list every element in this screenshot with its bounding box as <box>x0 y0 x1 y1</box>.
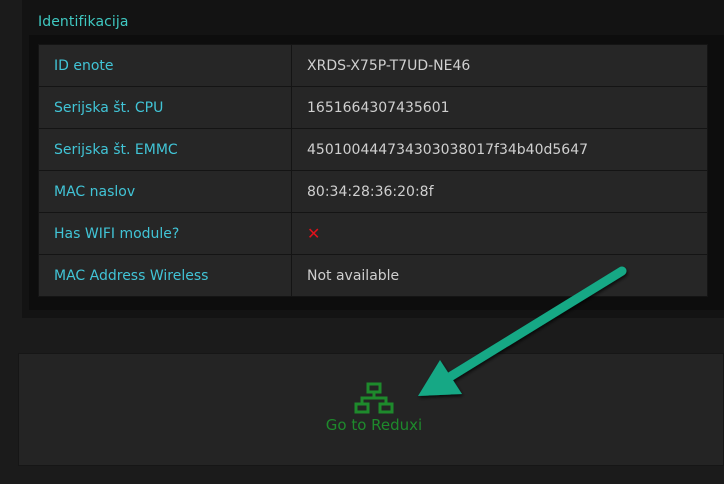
identification-table: ID enote XRDS-X75P-T7UD-NE46 Serijska št… <box>38 44 708 297</box>
row-label-id-enote: ID enote <box>38 44 292 87</box>
table-row: Has WIFI module? ✕ <box>38 212 708 255</box>
table-row: MAC naslov 80:34:28:36:20:8f <box>38 170 708 213</box>
identification-panel: Identifikacija ID enote XRDS-X75P-T7UD-N… <box>22 0 724 318</box>
row-value-mac: 80:34:28:36:20:8f <box>291 170 708 213</box>
section-title: Identifikacija <box>38 14 129 30</box>
row-value-wifi-module: ✕ <box>291 212 708 255</box>
row-value-cpu-serial: 1651664307435601 <box>291 86 708 129</box>
table-row: Serijska št. CPU 1651664307435601 <box>38 86 708 129</box>
row-label-mac: MAC naslov <box>38 170 292 213</box>
go-to-reduxi-link[interactable]: Go to Reduxi <box>319 382 429 442</box>
go-to-reduxi-label: Go to Reduxi <box>325 416 423 434</box>
row-label-mac-wireless: MAC Address Wireless <box>38 254 292 297</box>
row-value-emmc-serial: 450100444734303038017f34b40d5647 <box>291 128 708 171</box>
reduxi-panel: Go to Reduxi <box>18 353 724 466</box>
row-value-mac-wireless: Not available <box>291 254 708 297</box>
row-label-wifi-module: Has WIFI module? <box>38 212 292 255</box>
network-icon <box>354 382 394 414</box>
table-row: ID enote XRDS-X75P-T7UD-NE46 <box>38 44 708 87</box>
row-value-id-enote: XRDS-X75P-T7UD-NE46 <box>291 44 708 87</box>
table-row: Serijska št. EMMC 450100444734303038017f… <box>38 128 708 171</box>
table-row: MAC Address Wireless Not available <box>38 254 708 297</box>
row-label-cpu-serial: Serijska št. CPU <box>38 86 292 129</box>
cross-icon: ✕ <box>307 224 321 243</box>
identification-table-wrapper: ID enote XRDS-X75P-T7UD-NE46 Serijska št… <box>29 35 724 310</box>
row-label-emmc-serial: Serijska št. EMMC <box>38 128 292 171</box>
